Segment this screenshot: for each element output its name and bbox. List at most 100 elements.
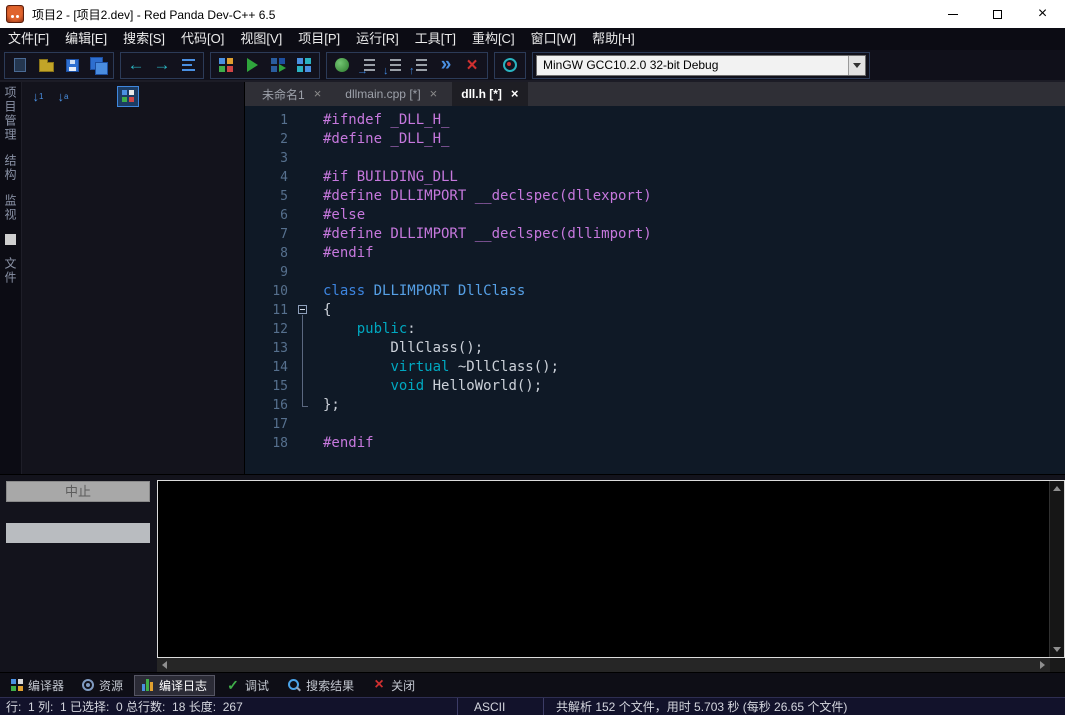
menu-item[interactable]: 搜索[S]: [115, 28, 173, 50]
code-line: 12 public:: [245, 320, 1065, 339]
compile-button[interactable]: [213, 53, 239, 77]
side-tab-1[interactable]: 项目管理: [2, 86, 19, 142]
editor-area: 未命名1×dllmain.cpp [*]×dll.h [*]× 1#ifndef…: [245, 82, 1065, 474]
code-text: public:: [313, 320, 416, 339]
menu-item[interactable]: 文件[F]: [0, 28, 57, 50]
compiler-select[interactable]: MinGW GCC10.2.0 32-bit Debug: [536, 55, 866, 76]
code-token: };: [323, 397, 340, 413]
tab-close-icon[interactable]: ×: [430, 88, 438, 100]
line-number: 10: [245, 282, 295, 301]
line-number: 17: [245, 415, 295, 434]
continue-icon: [441, 58, 452, 72]
menu-item[interactable]: 编辑[E]: [57, 28, 115, 50]
step-into-button[interactable]: [381, 53, 407, 77]
editor-tab[interactable]: dllmain.cpp [*]×: [336, 82, 446, 106]
side-tab-4[interactable]: 文件: [2, 257, 19, 285]
code-line: 17: [245, 415, 1065, 434]
chevron-down-icon[interactable]: [848, 56, 865, 75]
sort-alphabetically-button[interactable]: [52, 86, 74, 107]
scroll-up-arrow-icon[interactable]: [1053, 486, 1061, 491]
statusbar: 行: 1 列: 1 已选择: 0 总行数: 18 长度: 267 ASCII 共…: [0, 697, 1065, 715]
fold-minus-marker[interactable]: [295, 301, 313, 320]
open-folder-icon: [39, 62, 54, 72]
sort-by-type-button[interactable]: [27, 86, 49, 107]
back-button[interactable]: [123, 53, 149, 77]
abort-button[interactable]: 中止: [6, 481, 150, 502]
minimize-button[interactable]: [930, 0, 975, 28]
bottom-tab-compile-log[interactable]: 编译日志: [134, 675, 215, 696]
main-area: 项目管理结构监视文件 未命名1×dllmain.cpp [*]×dll.h [*…: [0, 82, 1065, 474]
code-token: class: [323, 283, 365, 299]
code-token: #define DLLIMPORT __declspec(dllimport): [323, 226, 652, 242]
menu-item[interactable]: 窗口[W]: [523, 28, 585, 50]
compile-progress-bar: [6, 523, 150, 543]
rebuild-button[interactable]: [291, 53, 317, 77]
encoding-status: ASCII: [458, 698, 544, 715]
goto-line-icon: [182, 59, 195, 71]
save-all-button[interactable]: [85, 53, 111, 77]
bottom-tab-compiler[interactable]: 编译器: [4, 675, 71, 696]
debug-button[interactable]: [329, 53, 355, 77]
code-token: public: [357, 321, 408, 337]
editor-tab[interactable]: 未命名1 ×: [253, 82, 330, 106]
open-folder-button[interactable]: [33, 53, 59, 77]
side-strip-indicator: [5, 234, 16, 245]
bottom-tab-resource[interactable]: 资源: [75, 675, 130, 696]
code-line: 3: [245, 149, 1065, 168]
bottom-tab-label: 搜索结果: [306, 677, 354, 694]
toolbar-group: [4, 52, 114, 79]
bottom-tab-close[interactable]: 关闭: [365, 675, 422, 696]
editor-tab-label: dll.h [*]: [461, 87, 502, 101]
tab-close-icon[interactable]: ×: [314, 88, 322, 100]
bottom-tab-debug[interactable]: 调试: [219, 675, 276, 696]
compile-run-button[interactable]: [265, 53, 291, 77]
tab-close-icon[interactable]: ×: [511, 88, 519, 100]
code-token: [323, 378, 390, 394]
code-text: #if BUILDING_DLL: [313, 168, 458, 187]
goto-line-button[interactable]: [175, 53, 201, 77]
menu-item[interactable]: 帮助[H]: [584, 28, 643, 50]
menu-item[interactable]: 代码[O]: [173, 28, 232, 50]
stop-button[interactable]: [459, 53, 485, 77]
menu-item[interactable]: 运行[R]: [348, 28, 407, 50]
continue-button[interactable]: [433, 53, 459, 77]
side-tab-3[interactable]: 监视: [2, 194, 19, 222]
step-out-button[interactable]: [407, 53, 433, 77]
compiler-select-frame: MinGW GCC10.2.0 32-bit Debug: [532, 52, 870, 79]
menu-item[interactable]: 重构[C]: [464, 28, 523, 50]
code-line: 14 virtual ~DllClass();: [245, 358, 1065, 377]
debug-icon: [335, 58, 349, 72]
code-editor[interactable]: 1#ifndef _DLL_H_2#define _DLL_H_34#if BU…: [245, 106, 1065, 474]
project-tree[interactable]: [22, 110, 244, 474]
code-token: #if BUILDING_DLL: [323, 169, 458, 185]
scroll-down-arrow-icon[interactable]: [1053, 647, 1061, 652]
compile-log-output[interactable]: [157, 480, 1065, 658]
sort-alphabetically-icon: [58, 89, 69, 104]
fold-end-marker: [295, 396, 313, 415]
new-file-button[interactable]: [7, 53, 33, 77]
menu-item[interactable]: 项目[P]: [290, 28, 348, 50]
output-horizontal-scrollbar[interactable]: [157, 658, 1050, 672]
menu-item[interactable]: 视图[V]: [232, 28, 290, 50]
scroll-left-arrow-icon[interactable]: [162, 661, 167, 669]
maximize-button[interactable]: [975, 0, 1020, 28]
side-tab-2[interactable]: 结构: [2, 154, 19, 182]
class-view-toggle[interactable]: [117, 86, 139, 107]
save-button[interactable]: [59, 53, 85, 77]
step-over-button[interactable]: [355, 53, 381, 77]
editor-tab-label: 未命名1: [262, 86, 305, 103]
bottom-tab-search-results[interactable]: 搜索结果: [280, 675, 361, 696]
run-button[interactable]: [239, 53, 265, 77]
code-token: ~DllClass();: [449, 359, 559, 375]
close-button[interactable]: ×: [1020, 0, 1065, 28]
code-line: 8#endif: [245, 244, 1065, 263]
editor-tab[interactable]: dll.h [*] ×: [452, 82, 527, 106]
scroll-right-arrow-icon[interactable]: [1040, 661, 1045, 669]
profile-button[interactable]: [497, 53, 523, 77]
menu-item[interactable]: 工具[T]: [407, 28, 464, 50]
output-vertical-scrollbar[interactable]: [1049, 481, 1064, 657]
code-token: #define DLLIMPORT __declspec(dllexport): [323, 188, 652, 204]
code-line: 9: [245, 263, 1065, 282]
forward-button[interactable]: [149, 53, 175, 77]
fold-cell: [295, 225, 313, 244]
